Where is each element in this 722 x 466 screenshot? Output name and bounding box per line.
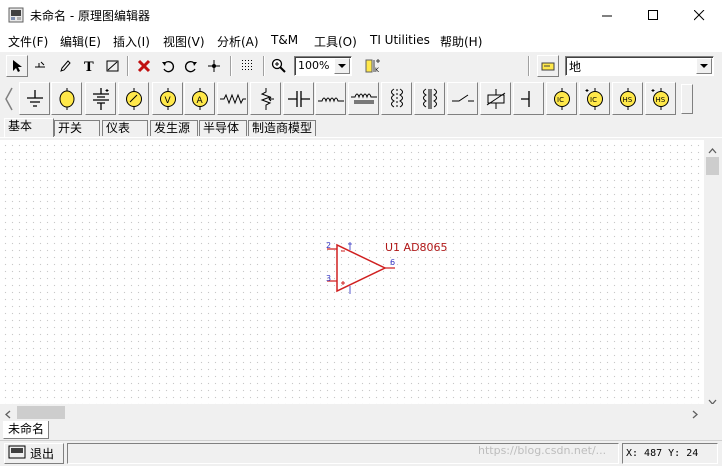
ground-icon[interactable] — [19, 82, 50, 115]
scrollbar-corner — [704, 404, 721, 421]
menu-tools[interactable]: 工具(O) — [314, 33, 357, 50]
component-value: 地 — [569, 60, 582, 74]
menu-tm[interactable]: T&M — [271, 33, 298, 47]
wire-icon[interactable] — [29, 55, 51, 77]
menu-view[interactable]: 视图(V) — [163, 33, 205, 50]
app-schematic-icon — [8, 7, 24, 23]
window-title: 未命名 - 原理图编辑器 — [30, 9, 150, 23]
svg-text:IC: IC — [590, 96, 597, 104]
svg-text:K: K — [375, 67, 380, 74]
pin-number: 2 — [326, 241, 332, 250]
exit-label: 退出 — [30, 447, 55, 461]
scroll-left-icon[interactable] — [5, 408, 11, 422]
svg-text:IC: IC — [557, 96, 564, 104]
chevron-down-icon[interactable] — [696, 58, 712, 74]
pin-number: 3 — [326, 274, 332, 283]
transformer-icon[interactable] — [381, 82, 412, 115]
tab-semiconductors[interactable]: 半导体 — [199, 120, 247, 136]
cursor-coordinates: X: 487 Y: 24 — [622, 443, 718, 464]
lamp-icon[interactable] — [51, 82, 82, 115]
vertical-scrollbar[interactable] — [704, 140, 721, 405]
component-reference-label[interactable]: U1 AD8065 — [385, 241, 448, 254]
undo-icon[interactable] — [157, 55, 179, 77]
varistor-icon[interactable] — [480, 82, 511, 115]
potentiometer-icon[interactable] — [250, 82, 281, 115]
pointer-icon[interactable] — [6, 55, 28, 77]
menu-edit[interactable]: 编辑(E) — [60, 33, 101, 50]
toolbar-separator — [528, 56, 530, 76]
switch-icon[interactable] — [447, 82, 478, 115]
toolbar-separator — [230, 56, 232, 76]
category-tabs: 基本 开关 仪表 发生源 半导体 制造商模型 — [0, 118, 722, 138]
chevron-down-icon[interactable] — [334, 58, 350, 74]
no-connect-icon[interactable] — [102, 55, 124, 77]
current-meter-icon[interactable]: V — [152, 82, 183, 115]
tab-vendor-models[interactable]: 制造商模型 — [248, 120, 316, 136]
zoom-select[interactable]: 100% — [294, 56, 352, 76]
svg-text:T: T — [84, 60, 94, 73]
svg-text:HS: HS — [655, 96, 665, 104]
ic-source-alt-icon[interactable]: IC — [579, 82, 610, 115]
watermark-text: https://blog.csdn.net/... — [478, 444, 607, 457]
component-palette: V A IC IC HS HS — [0, 80, 722, 118]
menu-bar: 文件(F) 编辑(E) 插入(I) 视图(V) 分析(A) T&M 工具(O) … — [0, 31, 722, 51]
menu-ti-utilities[interactable]: TI Utilities — [370, 33, 430, 47]
toolbar-separator — [127, 56, 129, 76]
menu-file[interactable]: 文件(F) — [8, 33, 48, 50]
svg-text:A: A — [196, 96, 203, 106]
vertical-scroll-thumb[interactable] — [706, 157, 719, 175]
tab-sources[interactable]: 发生源 — [150, 120, 198, 136]
maximize-icon[interactable] — [630, 0, 676, 31]
tab-meters[interactable]: 仪表 — [102, 120, 148, 136]
title-bar: 未命名 - 原理图编辑器 — [0, 0, 722, 31]
core-transformer-icon[interactable] — [414, 82, 445, 115]
toolbar-separator — [263, 56, 265, 76]
horizontal-scroll-thumb[interactable] — [17, 406, 65, 419]
component-select[interactable]: 地 — [565, 56, 714, 76]
resistor-icon[interactable] — [217, 82, 248, 115]
svg-text:V: V — [164, 96, 171, 106]
palette-scroll-right-icon[interactable] — [681, 84, 693, 114]
ic-source-icon[interactable]: IC — [546, 82, 577, 115]
minimize-icon[interactable] — [584, 0, 630, 31]
voltmeter-icon[interactable] — [118, 82, 149, 115]
scroll-up-icon[interactable] — [708, 143, 717, 157]
pen-icon[interactable] — [54, 55, 76, 77]
redo-icon[interactable] — [180, 55, 202, 77]
pin-number: 6 — [390, 258, 396, 267]
exit-icon — [8, 445, 26, 462]
horizontal-scrollbar[interactable] — [0, 404, 704, 421]
battery-icon[interactable] — [85, 82, 116, 115]
inductor-icon[interactable] — [315, 82, 346, 115]
palette-scroll-left-icon[interactable] — [3, 86, 15, 112]
component-hand-icon[interactable] — [537, 55, 559, 77]
zoom-icon[interactable] — [268, 55, 290, 77]
probe-icon[interactable]: K — [362, 55, 386, 77]
hs-source-icon[interactable]: HS — [612, 82, 643, 115]
tab-switches[interactable]: 开关 — [54, 120, 100, 136]
scroll-right-icon[interactable] — [692, 408, 698, 422]
tab-basic[interactable]: 基本 — [4, 118, 54, 138]
menu-help[interactable]: 帮助(H) — [440, 33, 482, 50]
ammeter-icon[interactable]: A — [184, 82, 215, 115]
menu-analysis[interactable]: 分析(A) — [217, 33, 259, 50]
document-tab-row: 未命名 — [0, 421, 722, 439]
core-inductor-icon[interactable] — [348, 82, 379, 115]
junction-icon[interactable] — [203, 55, 225, 77]
document-tab[interactable]: 未命名 — [3, 421, 50, 439]
status-bar: 退出 X: 487 Y: 24 — [0, 440, 722, 466]
svg-text:HS: HS — [622, 96, 632, 104]
grid-icon[interactable] — [237, 55, 259, 77]
zoom-value: 100% — [298, 59, 330, 72]
menu-insert[interactable]: 插入(I) — [113, 33, 150, 50]
hs-source-alt-icon[interactable]: HS — [645, 82, 676, 115]
node-icon[interactable] — [513, 82, 544, 115]
text-icon[interactable]: T — [78, 55, 100, 77]
close-icon[interactable] — [676, 0, 722, 31]
delete-icon[interactable] — [133, 55, 155, 77]
exit-button[interactable]: 退出 — [4, 443, 64, 464]
capacitor-icon[interactable] — [283, 82, 314, 115]
main-toolbar: T 100% K 地 — [0, 51, 722, 79]
